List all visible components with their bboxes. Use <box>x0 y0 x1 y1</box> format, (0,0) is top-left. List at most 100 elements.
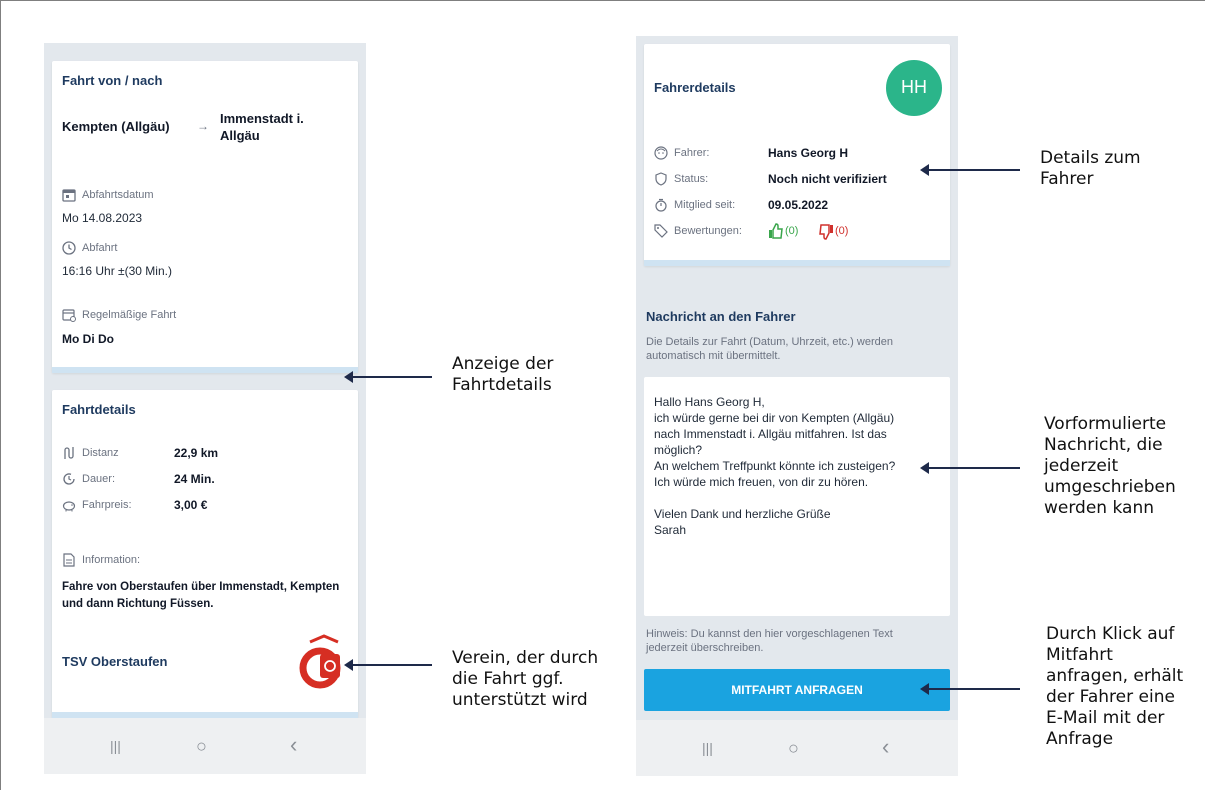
route-card-title: Fahrt von / nach <box>62 73 163 88</box>
back-icon[interactable]: ‹ <box>882 734 889 760</box>
annotation-arrow-fahrer <box>920 164 1020 176</box>
annotation-arrow-verein <box>344 659 432 671</box>
driver-details-title: Fahrerdetails <box>654 80 736 95</box>
annotation-line: werden kann <box>1044 498 1154 518</box>
route-card: Fahrt von / nach Kempten (Allgäu) → Imme… <box>52 61 358 373</box>
recent-apps-icon[interactable]: ||| <box>110 738 121 754</box>
annotation-line: Nachricht, die <box>1044 435 1163 455</box>
stopwatch-icon <box>655 198 667 212</box>
shield-icon <box>655 172 667 186</box>
annotation-line: Fahrtdetails <box>452 375 552 395</box>
thumbs-up-icon <box>769 223 783 239</box>
club-logo <box>299 634 341 689</box>
message-line: An welchem Treffpunkt könnte ich zusteig… <box>654 459 896 473</box>
android-navigation-bar: ||| ○ ‹ <box>636 720 958 776</box>
departure-date-label: Abfahrtsdatum <box>82 189 154 201</box>
overwrite-note-line-1: Hinweis: Du kannst den hier vorgeschlage… <box>646 628 893 640</box>
departure-time-label: Abfahrt <box>82 242 118 254</box>
home-icon[interactable]: ○ <box>196 736 207 757</box>
message-line: Hallo Hans Georg H, <box>654 395 765 409</box>
back-icon[interactable]: ‹ <box>290 732 297 758</box>
request-ride-button[interactable]: MITFAHRT ANFRAGEN <box>644 669 950 711</box>
route-distance-icon <box>64 447 74 459</box>
annotation-line: unterstützt wird <box>452 690 588 710</box>
piggy-bank-icon <box>62 501 76 512</box>
annotation-line: Mitfahrt <box>1046 645 1113 665</box>
departure-date-value: Mo 14.08.2023 <box>62 211 143 225</box>
price-value: 3,00 € <box>174 498 208 512</box>
distance-value: 22,9 km <box>174 446 219 460</box>
message-line: ich würde gerne bei dir von Kempten (All… <box>654 411 895 425</box>
information-label: Information: <box>82 554 141 566</box>
annotation-line: Vorformulierte <box>1044 414 1167 434</box>
annotation-line: E-Mail mit der <box>1046 708 1165 728</box>
member-since-label: Mitglied seit: <box>674 199 736 211</box>
clock-icon <box>62 241 76 255</box>
thumbs-down-icon <box>819 224 833 240</box>
home-icon[interactable]: ○ <box>788 738 799 759</box>
annotation-anfrage: Durch Klick auf Mitfahrt anfragen, erhäl… <box>1046 624 1183 750</box>
driver-avatar: HH <box>886 60 942 116</box>
annotation-arrow-nachricht <box>920 462 1020 474</box>
annotation-line: umgeschrieben <box>1044 477 1176 497</box>
route-from: Kempten (Allgäu) <box>62 119 170 134</box>
route-arrow-icon: → <box>197 119 209 133</box>
regular-ride-value: Mo Di Do <box>62 332 114 346</box>
ride-details-card: Fahrtdetails Distanz 22,9 km Dauer: 24 M… <box>52 390 358 718</box>
annotation-line: Verein, der durch <box>452 648 599 668</box>
annotation-line: Fahrer <box>1040 169 1094 189</box>
route-to-line2: Allgäu <box>220 128 260 143</box>
information-line-1: Fahre von Oberstaufen über Immenstadt, K… <box>62 581 340 593</box>
calendar-icon <box>62 189 76 202</box>
annotation-line: jederzeit <box>1044 456 1119 476</box>
message-line: Sarah <box>654 523 687 537</box>
driver-status-label: Status: <box>674 173 709 185</box>
ride-details-title: Fahrtdetails <box>62 402 136 417</box>
request-ride-button-label: MITFAHRT ANFRAGEN <box>731 683 863 697</box>
driver-details-card: Fahrerdetails HH Fahrer: Hans Georg H St… <box>644 44 950 266</box>
message-line: nach Immenstadt i. Allgäu mitfahren. Ist… <box>654 427 887 441</box>
annotation-arrow-anfrage <box>920 683 1020 695</box>
regular-ride-label: Regelmäßige Fahrt <box>82 309 177 321</box>
tag-icon <box>654 224 668 238</box>
information-line-2: und dann Richtung Füssen. <box>62 598 214 610</box>
departure-time-value: 16:16 Uhr ±(30 Min.) <box>62 264 172 278</box>
recent-apps-icon[interactable]: ||| <box>702 740 713 756</box>
ratings-negative-count: (0) <box>835 225 849 237</box>
annotation-line: Anzeige der <box>452 354 554 374</box>
annotation-line: Details zum <box>1040 148 1141 168</box>
driver-name-value: Hans Georg H <box>768 146 849 160</box>
message-line: Vielen Dank und herzliche Grüße <box>654 507 831 521</box>
document-icon <box>63 553 75 567</box>
annotation-line: anfragen, erhält <box>1046 666 1184 686</box>
annotation-line: der Fahrer eine <box>1046 687 1175 707</box>
route-to-line1: Immenstadt i. <box>220 111 304 126</box>
annotation-verein: Verein, der durch die Fahrt ggf. unterst… <box>452 648 598 711</box>
message-hint-line-1: Die Details zur Fahrt (Datum, Uhrzeit, e… <box>646 336 893 348</box>
duration-label: Dauer: <box>82 473 116 485</box>
annotation-fahrtdetails: Anzeige der Fahrtdetails <box>452 354 553 396</box>
recurring-calendar-icon <box>62 309 76 322</box>
annotation-line: die Fahrt ggf. <box>452 669 564 689</box>
driver-face-icon <box>654 146 668 160</box>
left-phone-screen: Fahrt von / nach Kempten (Allgäu) → Imme… <box>44 43 366 774</box>
ratings-positive-count: (0) <box>785 225 799 237</box>
avatar-initials: HH <box>901 77 927 97</box>
android-navigation-bar: ||| ○ ‹ <box>44 718 366 774</box>
ratings-label: Bewertungen: <box>674 225 742 237</box>
annotation-fahrer: Details zum Fahrer <box>1040 148 1141 190</box>
message-line: Ich würde mich freuen, von dir zu hören. <box>654 475 869 489</box>
driver-name-label: Fahrer: <box>674 147 710 159</box>
driver-status-value: Noch nicht verifiziert <box>768 172 887 186</box>
duration-value: 24 Min. <box>174 472 215 486</box>
annotation-arrow-fahrtdetails <box>344 371 432 383</box>
message-section-title: Nachricht an den Fahrer <box>646 309 796 324</box>
message-line: möglich? <box>654 443 703 457</box>
member-since-value: 09.05.2022 <box>768 198 829 212</box>
message-textarea[interactable]: Hallo Hans Georg H, ich würde gerne bei … <box>644 377 950 616</box>
right-phone-screen: Fahrerdetails HH Fahrer: Hans Georg H St… <box>636 36 958 776</box>
distance-label: Distanz <box>82 447 119 459</box>
price-label: Fahrpreis: <box>82 499 132 511</box>
overwrite-note-line-2: jederzeit überschreiben. <box>646 642 764 654</box>
message-hint-line-2: automatisch mit übermittelt. <box>646 350 781 362</box>
